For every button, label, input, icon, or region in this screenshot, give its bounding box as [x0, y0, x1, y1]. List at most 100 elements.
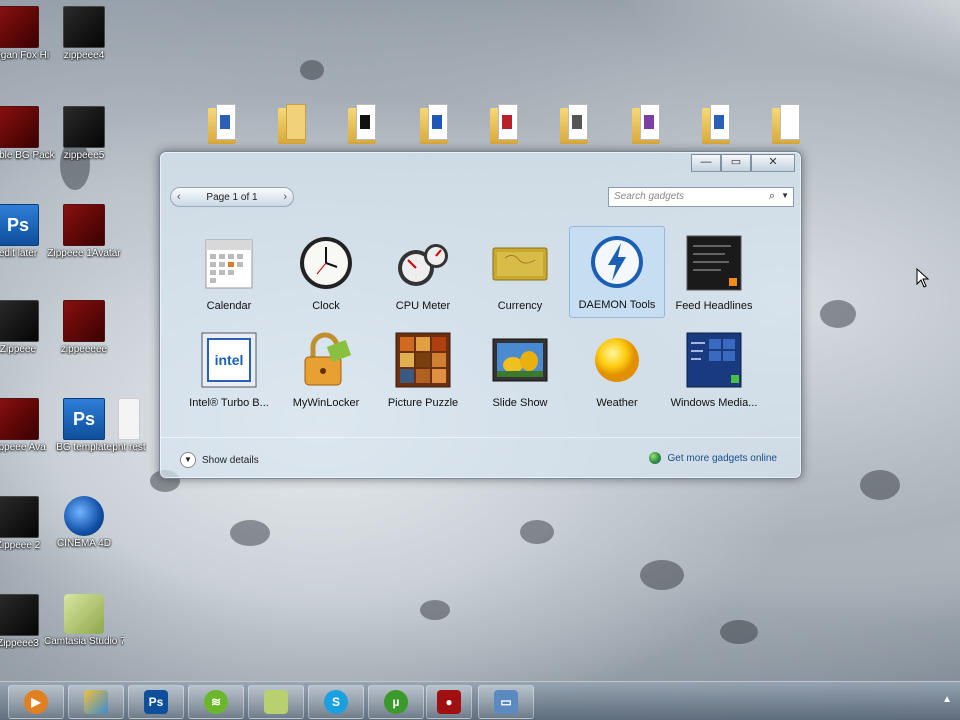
- desktop-icon[interactable]: Zippeee 1Avatar: [44, 204, 124, 259]
- gadget-name: Intel® Turbo B...: [189, 397, 269, 409]
- photoshop-icon: Ps: [144, 690, 168, 714]
- minimize-button[interactable]: —: [691, 154, 721, 172]
- taskbar-skype[interactable]: S: [308, 685, 364, 719]
- gadget-clock[interactable]: Clock: [278, 228, 374, 320]
- intel-icon: intel: [200, 331, 258, 389]
- window-controls: — ▭ ✕: [691, 154, 795, 172]
- taskbar-camtasia[interactable]: [248, 685, 304, 719]
- taskbar-photoshop[interactable]: Ps: [128, 685, 184, 719]
- gadget-calendar[interactable]: Calendar: [181, 228, 277, 320]
- search-icon[interactable]: ⌕: [769, 190, 775, 203]
- get-more-label: Get more gadgets online: [667, 452, 777, 464]
- gadget-name: Feed Headlines: [675, 300, 753, 312]
- utorrent-icon: µ: [384, 690, 408, 714]
- chevron-down-icon[interactable]: ▼: [781, 191, 789, 200]
- gadget-name: Slide Show: [492, 397, 548, 409]
- search-gadgets-input[interactable]: Search gadgets ⌕ ▼: [608, 187, 794, 207]
- folder-icon[interactable]: [702, 104, 732, 146]
- daemon-tools-icon: [588, 233, 646, 291]
- desktop-icon[interactable]: pnt rest: [104, 398, 154, 453]
- desktop-icon[interactable]: zippeeeee: [44, 300, 124, 355]
- folder-icon[interactable]: [560, 104, 590, 146]
- desktop-icon-label: zippeeeee: [60, 344, 108, 355]
- spotify-icon: ≋: [204, 690, 228, 714]
- desktop-icon-label: zippeee4: [63, 50, 105, 61]
- photoshop-file-icon: Ps: [0, 204, 39, 246]
- gadget-intel-turbo[interactable]: intel Intel® Turbo B...: [181, 325, 277, 417]
- gadget-slide-show[interactable]: Slide Show: [472, 325, 568, 417]
- gadget-feed-headlines[interactable]: Feed Headlines: [666, 228, 762, 320]
- gadget-name: Picture Puzzle: [387, 397, 459, 409]
- taskbar-media-player[interactable]: ▶: [8, 685, 64, 719]
- gadget-mywinlocker[interactable]: MyWinLocker: [278, 325, 374, 417]
- folder-icon[interactable]: [278, 104, 308, 146]
- folder-icon[interactable]: [208, 104, 238, 146]
- desktop-icon[interactable]: zippeee4: [44, 6, 124, 61]
- cpu-meter-icon: [394, 234, 452, 292]
- feed-headlines-icon: [685, 234, 743, 292]
- close-button[interactable]: ✕: [751, 154, 795, 172]
- gadget-name: Calendar: [206, 300, 252, 312]
- page-indicator: Page 1 of 1: [206, 191, 258, 203]
- gadget-name: CPU Meter: [395, 300, 451, 312]
- next-page-icon[interactable]: ›: [283, 191, 287, 203]
- file-icon: [0, 398, 39, 440]
- search-placeholder: Search gadgets: [614, 191, 685, 202]
- desktop-icon-label: pnt rest: [112, 442, 146, 453]
- desktop-icon[interactable]: CINEMA 4D: [44, 496, 124, 549]
- taskbar-paint[interactable]: [68, 685, 124, 719]
- gadget-name: Currency: [497, 300, 543, 312]
- gadget-weather[interactable]: Weather: [569, 325, 665, 417]
- weather-icon: [588, 331, 646, 389]
- gadget-name: Clock: [312, 300, 340, 312]
- slideshow-icon: [491, 331, 549, 389]
- folder-icon[interactable]: [772, 104, 802, 146]
- photoshop-file-icon: Ps: [63, 398, 105, 440]
- lock-icon: [297, 331, 355, 389]
- tray-expand-icon[interactable]: ▲: [942, 694, 952, 705]
- taskbar-video-camera[interactable]: ●: [426, 685, 472, 719]
- file-icon: [63, 6, 105, 48]
- skype-icon: S: [324, 690, 348, 714]
- gadget-daemon-tools[interactable]: DAEMON Tools: [569, 226, 665, 318]
- cinema-4d-icon: [64, 496, 104, 536]
- desktop-icon[interactable]: Camtasia Studio 7: [44, 594, 124, 647]
- file-icon: [63, 204, 105, 246]
- gadget-windows-media[interactable]: Windows Media...: [666, 325, 762, 417]
- page-navigator: ‹ Page 1 of 1 ›: [170, 187, 294, 207]
- file-icon: [0, 106, 39, 148]
- gadget-currency[interactable]: Currency: [472, 228, 568, 320]
- prev-page-icon[interactable]: ‹: [177, 191, 181, 203]
- taskbar-spotify[interactable]: ≋: [188, 685, 244, 719]
- gadget-name: Windows Media...: [670, 397, 758, 409]
- media-player-icon: ▶: [24, 690, 48, 714]
- gadget-name: MyWinLocker: [292, 397, 360, 409]
- file-icon: [0, 594, 39, 636]
- folder-icon[interactable]: [348, 104, 378, 146]
- chevron-down-icon: ▼: [180, 452, 196, 468]
- taskbar: ▶ Ps ≋ S µ ● ▭ ▲: [0, 681, 960, 720]
- restore-button[interactable]: ▭: [721, 154, 751, 172]
- taskbar-utorrent[interactable]: µ: [368, 685, 424, 719]
- media-center-icon: [685, 331, 743, 389]
- desktop-icon-label: zippeee5: [63, 150, 105, 161]
- video-camera-icon: ●: [437, 690, 461, 714]
- display-icon: ▭: [494, 690, 518, 714]
- folder-icon[interactable]: [632, 104, 662, 146]
- get-more-gadgets-link[interactable]: Get more gadgets online: [649, 452, 777, 464]
- folder-icon[interactable]: [490, 104, 520, 146]
- folder-icon[interactable]: [420, 104, 450, 146]
- globe-icon: [649, 452, 662, 464]
- details-bar: ▼ Show details Get more gadgets online: [160, 437, 801, 478]
- taskbar-display[interactable]: ▭: [478, 685, 534, 719]
- gadget-cpu-meter[interactable]: CPU Meter: [375, 228, 471, 320]
- desktop-icon-label: Zippeee 1Avatar: [47, 248, 121, 259]
- camtasia-icon: [64, 594, 104, 634]
- desktop-icon[interactable]: zippeee5: [44, 106, 124, 161]
- desktop-icon-label: CINEMA 4D: [57, 538, 111, 549]
- clock-icon: [297, 234, 355, 292]
- gadget-picture-puzzle[interactable]: Picture Puzzle: [375, 325, 471, 417]
- currency-icon: [491, 234, 549, 292]
- svg-text:intel: intel: [215, 352, 244, 368]
- show-details-toggle[interactable]: ▼ Show details: [180, 452, 259, 468]
